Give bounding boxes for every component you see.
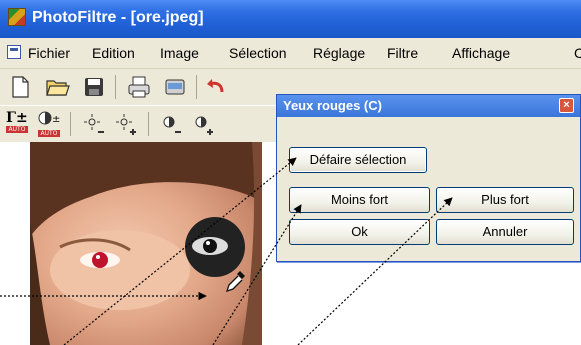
arrow-to-less-strong xyxy=(212,204,302,345)
annotation-arrows xyxy=(0,157,453,345)
arrow-to-more-strong xyxy=(297,197,453,345)
arrow-to-undo-selection xyxy=(63,157,297,345)
